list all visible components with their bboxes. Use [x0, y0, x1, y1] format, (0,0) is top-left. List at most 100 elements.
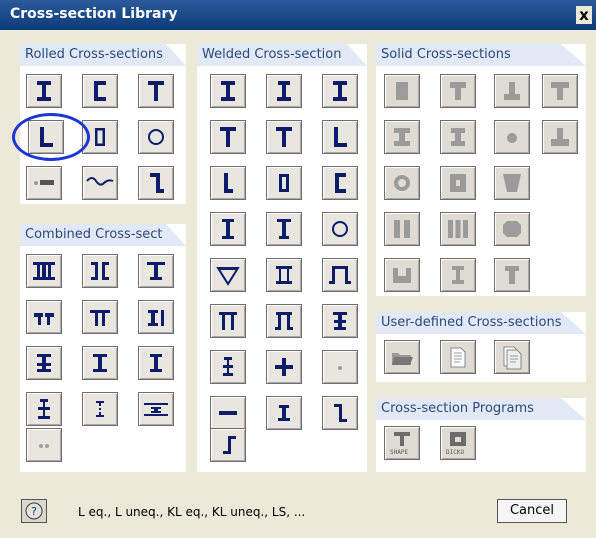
dots-icon	[39, 444, 49, 448]
i-section-icon	[221, 81, 235, 101]
welded-angle-button[interactable]	[322, 120, 358, 154]
rolled-z-section-button[interactable]	[138, 166, 174, 200]
solid-rectangle-button[interactable]	[384, 74, 420, 108]
close-button[interactable]: x	[576, 6, 592, 24]
angle-icon	[224, 173, 233, 193]
welded-tee-wide-button[interactable]	[266, 212, 302, 246]
combined-i-bottom-plate-button[interactable]	[82, 346, 118, 380]
solid-tee-button[interactable]	[440, 74, 476, 108]
rolled-sheet-pile-button[interactable]	[82, 166, 118, 200]
solid-tee-wide-button[interactable]	[542, 74, 578, 108]
welded-i-wide-button[interactable]	[322, 74, 358, 108]
welded-i-web-button[interactable]	[210, 212, 246, 246]
combined-back-to-back-channel-button[interactable]	[82, 254, 118, 288]
dialog-title: Cross-section Library	[10, 6, 178, 22]
combined-dots-button[interactable]	[26, 428, 62, 462]
combined-box-button[interactable]	[138, 392, 174, 426]
i-cover-plate-icon	[37, 354, 51, 372]
solid-circle-button[interactable]	[494, 120, 530, 154]
combined-i-plate-button[interactable]	[138, 300, 174, 334]
solid-i-taper-button[interactable]	[440, 120, 476, 154]
help-button[interactable]: ?	[21, 499, 47, 523]
welded-box-button[interactable]	[266, 166, 302, 200]
stiffened-i-icon	[223, 357, 233, 376]
double-i-icon	[33, 262, 55, 280]
double-angle-icon	[34, 313, 54, 325]
combined-i-cover-plate-button[interactable]	[26, 346, 62, 380]
welded-i-button[interactable]	[210, 74, 246, 108]
solid-i-icon	[452, 266, 464, 284]
user-import-button[interactable]	[440, 340, 476, 374]
rolled-round-tube-button[interactable]	[138, 120, 174, 154]
combined-castellated-button[interactable]	[82, 392, 118, 426]
welded-tee-plate-button[interactable]	[266, 396, 302, 430]
tee-icon	[220, 127, 236, 147]
welded-plate-button[interactable]	[210, 396, 246, 430]
tee-plate-icon	[147, 262, 165, 280]
solid-circle-icon	[507, 133, 517, 143]
welded-round-tube-button[interactable]	[322, 212, 358, 246]
rolled-tee-button[interactable]	[138, 74, 174, 108]
rolled-bar-button[interactable]	[26, 166, 62, 200]
welded-box-flange-button[interactable]	[266, 258, 302, 292]
solid-tee-narrow-button[interactable]	[494, 258, 530, 292]
welded-triangle-button[interactable]	[210, 258, 246, 292]
welded-i-unsym-button[interactable]	[266, 74, 302, 108]
welded-point-button[interactable]	[322, 350, 358, 384]
user-library-button[interactable]	[494, 340, 530, 374]
welded-panel-title: Welded Cross-section	[202, 47, 342, 62]
solid-octagon-button[interactable]	[494, 212, 530, 246]
rolled-i-section-button[interactable]	[26, 74, 62, 108]
combined-i-flange-plate-button[interactable]	[26, 392, 62, 426]
solid-i-narrow-button[interactable]	[440, 258, 476, 292]
i-flange-plate-icon	[38, 399, 50, 419]
solid-inverted-tee-wide-button[interactable]	[542, 120, 578, 154]
box-flange-icon	[276, 266, 292, 284]
welded-stiffened-i-button[interactable]	[210, 350, 246, 384]
solid-inverted-tee-button[interactable]	[494, 74, 530, 108]
solid-triple-box-button[interactable]	[440, 212, 476, 246]
solid-i-icon	[394, 128, 410, 146]
welded-cross-plate-button[interactable]	[322, 304, 358, 338]
pi-icon	[219, 312, 237, 330]
shape-program-label: SHAPE	[390, 449, 409, 456]
welded-tee-button[interactable]	[210, 120, 246, 154]
solid-tee-icon	[551, 82, 569, 100]
solid-hollow-box-button[interactable]	[440, 166, 476, 200]
lip-section-icon	[334, 404, 347, 422]
document-stack-icon	[503, 346, 522, 370]
combined-i-top-plate-button[interactable]	[138, 346, 174, 380]
solid-hollow-box-icon	[450, 174, 466, 192]
welded-panel-title-bg: Welded Cross-section	[197, 44, 367, 66]
user-open-folder-button[interactable]	[384, 340, 420, 374]
welded-angle-narrow-button[interactable]	[210, 166, 246, 200]
cancel-button[interactable]: Cancel	[497, 499, 567, 523]
welded-pi-button[interactable]	[210, 304, 246, 338]
i-plate-icon	[148, 310, 164, 326]
welded-cross-button[interactable]	[266, 350, 302, 384]
welded-hat-button[interactable]	[322, 258, 358, 292]
rolled-channel-button[interactable]	[82, 74, 118, 108]
combined-double-i-button[interactable]	[26, 254, 62, 288]
solid-double-box-icon	[394, 220, 410, 238]
welded-tee-unsym-button[interactable]	[266, 120, 302, 154]
welded-pi-wide-button[interactable]	[266, 304, 302, 338]
solid-double-box-button[interactable]	[384, 212, 420, 246]
channel-icon	[335, 173, 346, 193]
combined-double-angle-button[interactable]	[26, 300, 62, 334]
cross-plate-icon	[333, 312, 347, 330]
solid-i-button[interactable]	[384, 120, 420, 154]
solid-u-button[interactable]	[384, 258, 420, 292]
combined-panel-title-bg: Combined Cross-sect	[20, 224, 186, 246]
welded-z-button[interactable]	[210, 428, 246, 462]
solid-ring-button[interactable]	[384, 166, 420, 200]
dicko-program-button[interactable]: DICKO	[440, 426, 476, 460]
user-defined-panel-title: User-defined Cross-sections	[381, 315, 562, 330]
combined-double-tee-button[interactable]	[82, 300, 118, 334]
combined-tee-plate-button[interactable]	[138, 254, 174, 288]
solid-trapezoid-button[interactable]	[494, 166, 530, 200]
welded-lip-button[interactable]	[322, 396, 358, 430]
welded-channel-button[interactable]	[322, 166, 358, 200]
round-tube-icon	[332, 221, 348, 237]
shape-program-button[interactable]: SHAPE	[384, 426, 420, 460]
